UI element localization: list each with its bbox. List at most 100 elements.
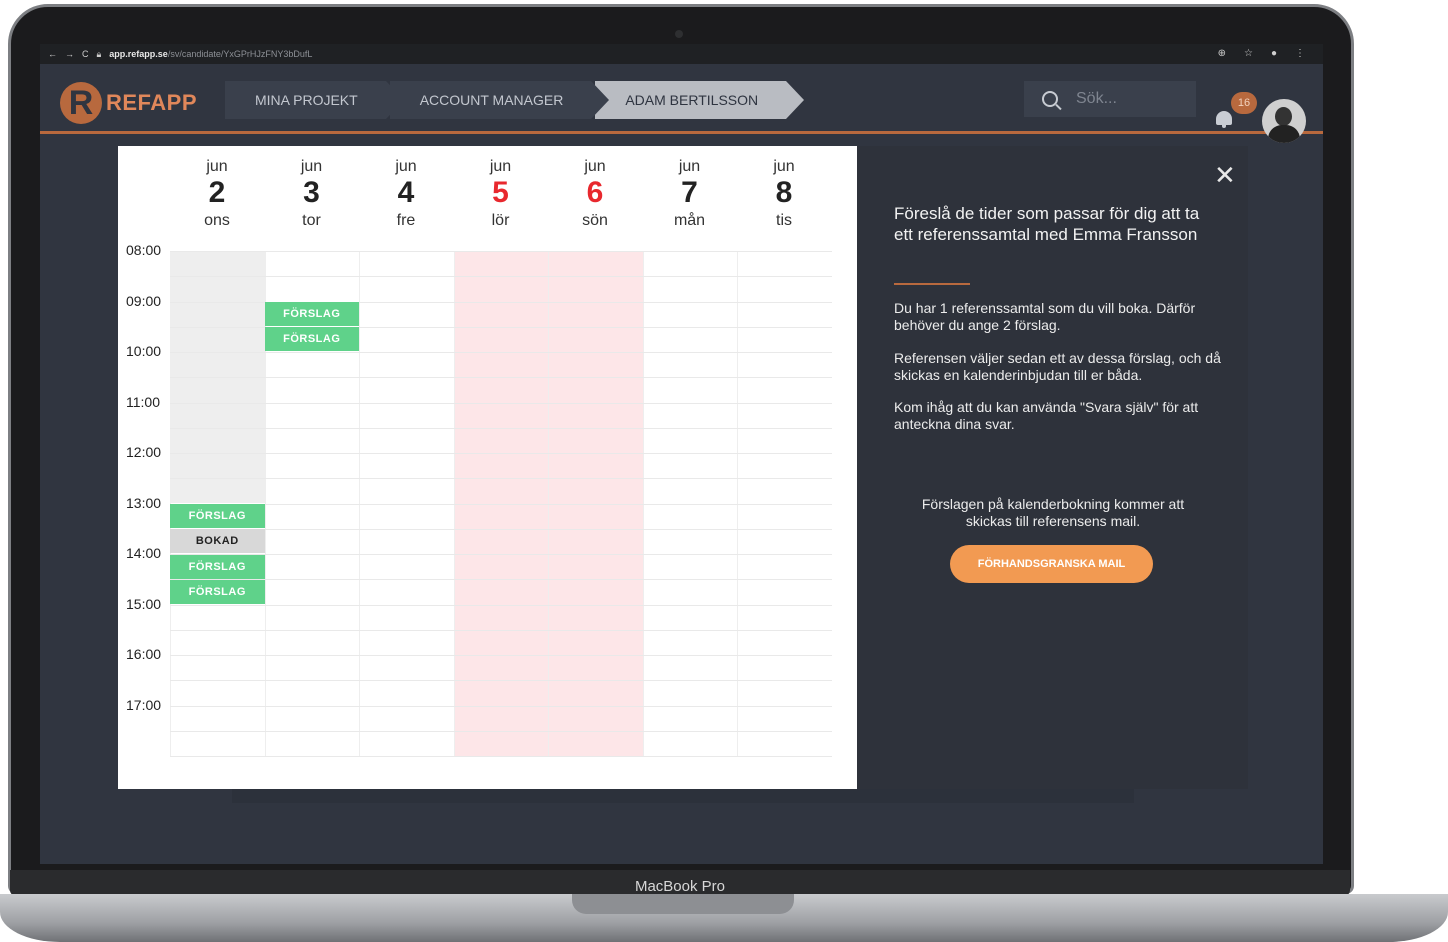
day-number: 3 xyxy=(303,176,320,209)
breadcrumb-candidate[interactable]: ADAM BERTILSSON xyxy=(595,81,804,119)
time-label: 12:00 xyxy=(126,444,162,460)
info-paragraph-tip: Kom ihåg att du kan använda "Svara själv… xyxy=(894,399,1199,432)
suggestion-slot[interactable]: FÖRSLAG xyxy=(264,302,359,326)
mail-note: Förslagen på kalenderbokning kommer att … xyxy=(921,496,1185,529)
zoom-icon[interactable]: ⊕ xyxy=(1218,48,1226,59)
calendar-grid: FÖRSLAG FÖRSLAG FÖRSLAG BOKAD FÖRSLAG FÖRSLAG xyxy=(170,251,832,761)
day-weekday: lör xyxy=(491,212,510,229)
day-number: 6 xyxy=(586,176,604,209)
grid-line xyxy=(170,680,832,682)
screen: ← → C 🔒︎ app.refapp.se/sv/candidate/YxGP… xyxy=(40,44,1323,864)
suggestion-slot[interactable]: FÖRSLAG xyxy=(170,554,265,579)
time-label: 17:00 xyxy=(126,696,162,713)
time-label: 11:00 xyxy=(126,393,160,410)
time-label: 16:00 xyxy=(126,646,162,662)
day-weekday: tis xyxy=(776,212,792,229)
grid-line xyxy=(170,503,832,505)
logo-mark-icon: R xyxy=(60,82,102,124)
day-month: jun xyxy=(678,158,701,175)
grid-line xyxy=(170,402,832,404)
info-paragraph-choice: Referensen väljer sedan ett av dessa för… xyxy=(894,350,1221,383)
time-label: 10:00 xyxy=(126,343,162,359)
grid-line xyxy=(170,756,832,757)
day-month: jun xyxy=(206,158,228,175)
grid-line xyxy=(170,453,832,454)
day-weekday: ons xyxy=(204,212,230,229)
grid-line xyxy=(170,377,832,379)
time-label: 13:00 xyxy=(126,494,162,511)
grid-line xyxy=(170,579,832,581)
refapp-logo[interactable]: R REFAPP xyxy=(60,82,197,124)
day-header: jun 6 sön xyxy=(548,158,642,230)
grid-line xyxy=(170,705,832,707)
day-header: jun 2 ons xyxy=(170,158,264,230)
day-month: jun xyxy=(773,158,795,175)
grid-line xyxy=(170,478,832,480)
bell-icon[interactable] xyxy=(1216,111,1232,128)
search-input[interactable]: Sök... xyxy=(1024,81,1196,117)
info-paragraph-booking: Du har 1 referenssamtal som du vill boka… xyxy=(894,300,1196,333)
day-header: jun 4 fre xyxy=(359,158,453,230)
day-month: jun xyxy=(395,158,417,175)
day-header: jun 3 tor xyxy=(265,158,359,230)
address-bar[interactable]: app.refapp.se/sv/candidate/YxGPrHJzFNY3b… xyxy=(109,49,320,59)
device-label: MacBook Pro xyxy=(634,878,726,895)
suggestion-slot[interactable]: FÖRSLAG xyxy=(264,327,359,352)
grid-line xyxy=(170,604,832,606)
search-placeholder: Sök... xyxy=(1076,90,1117,107)
day-weekday: sön xyxy=(582,212,608,229)
grid-line xyxy=(170,251,832,252)
day-header: jun 8 tis xyxy=(737,158,831,230)
day-number: 7 xyxy=(681,176,698,209)
time-label: 09:00 xyxy=(126,292,162,309)
day-number: 4 xyxy=(397,176,415,209)
grid-line xyxy=(170,554,832,555)
day-weekday: fre xyxy=(396,212,416,229)
grid-line xyxy=(170,629,832,631)
profile-icon[interactable]: ● xyxy=(1271,48,1277,59)
laptop-notch xyxy=(572,894,794,914)
top-navigation: R REFAPP MINA PROJEKT ACCOUNT MANAGER AD… xyxy=(40,64,1323,143)
browser-menu-icon[interactable]: ⋮ xyxy=(1295,48,1305,59)
day-number: 8 xyxy=(775,176,793,209)
bookmark-star-icon[interactable]: ☆ xyxy=(1244,48,1253,59)
time-label: 15:00 xyxy=(126,595,162,612)
time-label: 08:00 xyxy=(126,242,162,258)
day-weekday: tor xyxy=(302,212,321,229)
grid-line xyxy=(170,730,832,732)
info-panel: ✕ Föreslå de tider som passar för dig at… xyxy=(857,146,1248,789)
preview-mail-button[interactable]: FÖRHANDSGRANSKA MAIL xyxy=(950,545,1153,583)
booked-slot[interactable]: BOKAD xyxy=(170,529,265,554)
calendar-panel: jun 2 ons jun 3 tor jun 4 fre jun 5 lör jun … xyxy=(118,146,857,789)
breadcrumb-account-manager[interactable]: ACCOUNT MANAGER xyxy=(389,81,609,119)
breadcrumb: MINA PROJEKT ACCOUNT MANAGER ADAM BERTIL… xyxy=(225,81,804,119)
lock-icon: 🔒︎ xyxy=(96,48,102,59)
day-weekday: mån xyxy=(673,212,706,229)
notification-badge[interactable]: 16 xyxy=(1231,92,1257,114)
day-month: jun xyxy=(300,158,323,175)
logo-text: REFAPP xyxy=(106,90,198,115)
title-divider xyxy=(894,283,970,285)
close-icon[interactable]: ✕ xyxy=(1214,160,1236,191)
reload-icon[interactable]: C xyxy=(82,49,89,59)
day-month: jun xyxy=(489,158,512,175)
forward-icon[interactable]: → xyxy=(65,49,74,59)
day-month: jun xyxy=(584,158,606,175)
background-card xyxy=(232,789,1134,803)
camera xyxy=(675,30,683,38)
back-icon[interactable]: ← xyxy=(48,49,57,59)
suggestion-slot[interactable]: FÖRSLAG xyxy=(170,504,265,528)
browser-toolbar: ← → C 🔒︎ app.refapp.se/sv/candidate/YxGP… xyxy=(40,44,1323,64)
breadcrumb-mina-projekt[interactable]: MINA PROJEKT xyxy=(225,81,404,119)
grid-line xyxy=(170,528,832,530)
time-label: 14:00 xyxy=(126,545,162,561)
day-number: 2 xyxy=(208,176,226,209)
avatar[interactable] xyxy=(1262,99,1306,143)
day-header: jun 5 lör xyxy=(454,158,548,230)
search-icon xyxy=(1042,91,1058,107)
suggestion-slot[interactable]: FÖRSLAG xyxy=(170,579,265,604)
grid-line xyxy=(170,352,832,353)
grid-line xyxy=(170,655,832,656)
grid-line xyxy=(170,276,832,278)
panel-title: Föreslå de tider som passar för dig att … xyxy=(894,204,1200,244)
